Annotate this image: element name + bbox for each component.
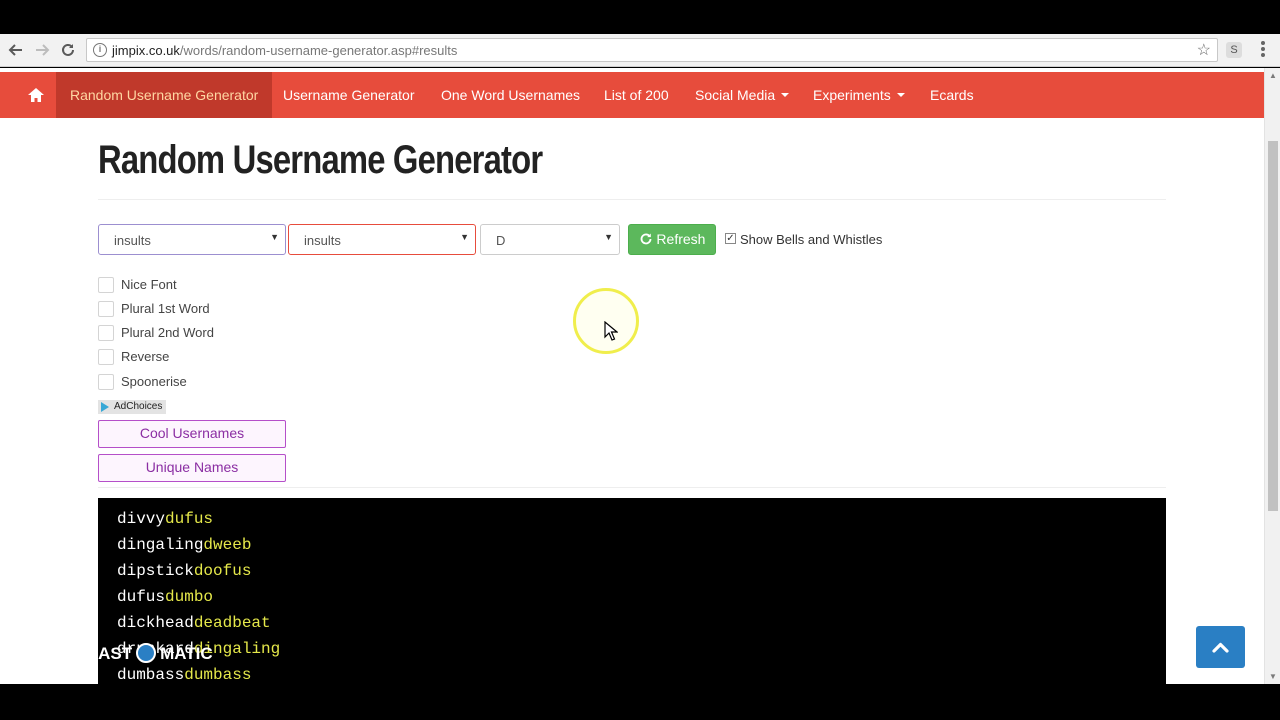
refresh-icon (640, 233, 651, 245)
plural-2nd-checkbox[interactable] (98, 325, 114, 341)
dropdown-arrow-icon: ▼ (460, 232, 469, 242)
url-domain: jimpix.co.uk (112, 43, 180, 58)
mouse-pointer-icon (604, 320, 619, 346)
back-arrow-icon[interactable] (6, 40, 26, 60)
nav-random-username-generator[interactable]: Random Username Generator (56, 72, 273, 118)
home-icon[interactable] (22, 84, 50, 106)
adchoices-label: AdChoices (114, 401, 163, 412)
screencast-watermark: RECORDED WITH SCREENCAST MATIC (15, 629, 213, 664)
reverse-checkbox[interactable] (98, 349, 114, 365)
option-label: Nice Font (121, 277, 177, 292)
nav-social-media-label: Social Media (695, 87, 776, 103)
caret-down-icon (781, 93, 790, 97)
scroll-up-arrow-icon[interactable]: ▲ (1269, 71, 1277, 80)
watermark-left: SCREENCAST (15, 644, 133, 663)
nav-social-media[interactable]: Social Media (695, 72, 790, 118)
divider (98, 199, 1166, 200)
option-label: Plural 1st Word (121, 301, 210, 316)
reload-icon[interactable] (58, 40, 78, 60)
letter-select[interactable]: D ▼ (480, 224, 620, 255)
result-row[interactable]: dingalingdweeb (117, 536, 251, 554)
result-first-word: dufus (117, 588, 166, 606)
page-title: Random Username Generator (98, 138, 543, 182)
result-second-word: dufus (165, 510, 214, 528)
nav-experiments[interactable]: Experiments (813, 72, 905, 118)
result-second-word: dweeb (203, 536, 252, 554)
results-panel: divvydufus dingalingdweeb dipstickdoofus… (98, 498, 1166, 684)
extension-icon[interactable]: S (1226, 42, 1242, 58)
nav-one-word-usernames[interactable]: One Word Usernames (441, 72, 580, 118)
page-viewport: Random Username Generator Username Gener… (0, 68, 1264, 684)
url-path: /words/random-username-generator.asp#res… (179, 43, 458, 58)
nav-list-of-200[interactable]: List of 200 (604, 72, 669, 118)
category-select-2-value: insults (304, 233, 341, 248)
url-text[interactable]: jimpix.co.uk/words/random-username-gener… (112, 43, 457, 58)
result-row[interactable]: dumbassdumbass (117, 666, 251, 684)
result-first-word: dingaling (117, 536, 204, 554)
result-first-word: dipstick (117, 562, 194, 580)
address-bar[interactable]: i jimpix.co.uk/words/random-username-gen… (86, 38, 1218, 62)
result-row[interactable]: divvydufus (117, 510, 213, 528)
caret-down-icon (896, 93, 905, 97)
result-first-word: dumbass (117, 666, 185, 684)
record-dot-icon (136, 643, 157, 663)
divider (98, 487, 1166, 488)
bookmark-star-icon[interactable]: ☆ (1197, 40, 1211, 60)
dropdown-arrow-icon: ▼ (604, 232, 613, 242)
result-second-word: doofus (193, 562, 252, 580)
category-select-1[interactable]: insults ▼ (98, 224, 286, 255)
page-scrollbar[interactable]: ▲ ▼ (1264, 68, 1280, 684)
bells-checkbox[interactable]: ✓ (725, 233, 736, 244)
letter-select-value: D (496, 233, 506, 248)
option-label: Spoonerise (121, 374, 187, 389)
result-first-word: divvy (117, 510, 166, 528)
result-second-word: dumbass (184, 666, 252, 684)
adchoices-badge[interactable]: AdChoices (98, 400, 167, 414)
result-row[interactable]: dufusdumbo (117, 588, 213, 606)
browser-menu-icon[interactable] (1258, 40, 1268, 60)
dropdown-arrow-icon: ▼ (270, 232, 279, 242)
watermark-logo: SCREENCAST MATIC (15, 643, 213, 664)
refresh-label: Refresh (656, 231, 706, 247)
category-select-1-value: insults (114, 233, 151, 248)
scroll-down-arrow-icon[interactable]: ▼ (1269, 672, 1277, 681)
result-row[interactable]: dipstickdoofus (117, 562, 251, 580)
refresh-button[interactable]: Refresh (628, 224, 716, 255)
nav-ecards[interactable]: Ecards (930, 72, 974, 118)
watermark-right: MATIC (160, 644, 213, 663)
watermark-recorded-with: RECORDED WITH (15, 629, 97, 640)
back-to-top-button[interactable] (1196, 626, 1245, 668)
result-second-word: dumbo (165, 588, 214, 606)
option-label: Reverse (121, 349, 170, 364)
chevron-up-icon (1212, 642, 1229, 653)
category-select-2[interactable]: insults ▼ (288, 224, 476, 255)
screen-top-letterbox (0, 0, 1280, 34)
bells-label: Show Bells and Whistles (740, 232, 883, 247)
info-icon[interactable]: i (93, 43, 107, 57)
screen-bottom-letterbox (0, 684, 1280, 720)
nav-experiments-label: Experiments (813, 87, 891, 103)
plural-1st-checkbox[interactable] (98, 301, 114, 317)
scrollbar-thumb[interactable] (1268, 141, 1278, 511)
browser-toolbar: i jimpix.co.uk/words/random-username-gen… (0, 34, 1280, 67)
nice-font-checkbox[interactable] (98, 277, 114, 293)
nav-username-generator[interactable]: Username Generator (283, 72, 415, 118)
adchoices-icon (101, 402, 109, 412)
site-navbar: Random Username Generator Username Gener… (0, 72, 1264, 118)
ad-cool-usernames-button[interactable]: Cool Usernames (98, 420, 286, 448)
forward-arrow-icon[interactable] (32, 40, 52, 60)
spoonerise-checkbox[interactable] (98, 374, 114, 390)
option-label: Plural 2nd Word (121, 325, 214, 340)
ad-unique-names-button[interactable]: Unique Names (98, 454, 286, 482)
